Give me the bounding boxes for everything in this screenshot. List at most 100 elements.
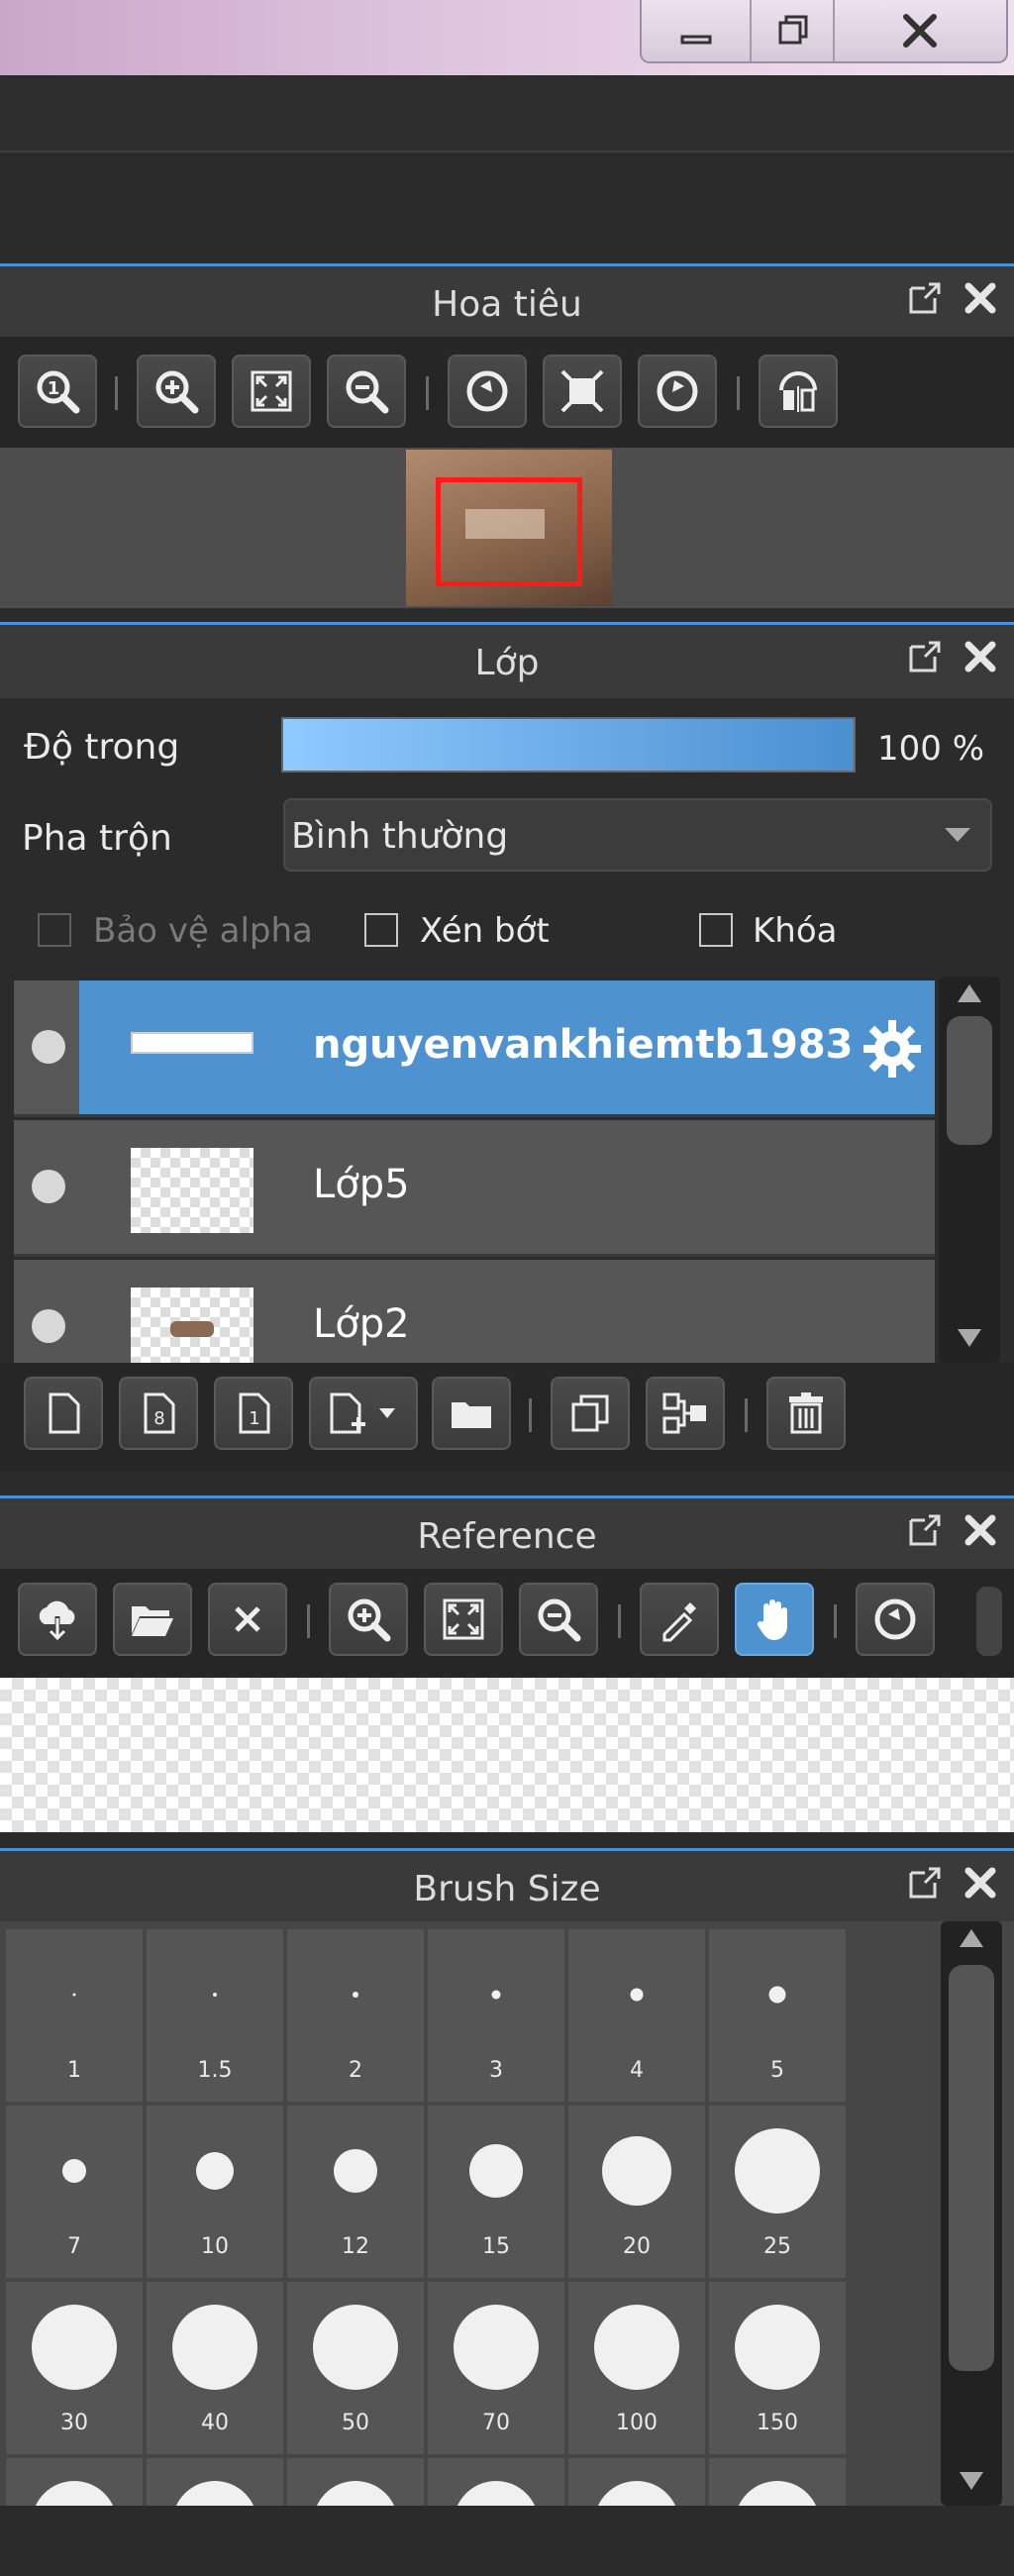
scroll-thumb[interactable] bbox=[949, 1965, 994, 2371]
fit-view-button[interactable] bbox=[232, 355, 311, 428]
brush-size-cell[interactable]: 25 bbox=[709, 2106, 846, 2278]
eyedropper-button[interactable] bbox=[640, 1583, 719, 1656]
layer-row[interactable]: Lớp5 bbox=[14, 1120, 935, 1257]
brush-size-cell[interactable]: 50 bbox=[287, 2282, 424, 2454]
blend-mode-select[interactable]: Bình thường bbox=[283, 798, 992, 872]
hand-tool-button[interactable] bbox=[735, 1583, 814, 1656]
duplicate-layer-button[interactable] bbox=[551, 1377, 630, 1450]
popout-icon[interactable] bbox=[907, 1512, 943, 1557]
rotate-right-button[interactable] bbox=[638, 355, 717, 428]
brush-size-label: 4 bbox=[630, 2058, 644, 2083]
ref-zoom-out-button[interactable] bbox=[519, 1583, 598, 1656]
panel-close-icon[interactable] bbox=[963, 280, 998, 325]
zoom-out-icon bbox=[346, 370, 389, 414]
chevron-down-icon bbox=[945, 828, 970, 842]
brush-size-cell[interactable]: 7 bbox=[6, 2106, 143, 2278]
clipping-checkbox[interactable] bbox=[364, 913, 398, 947]
new-8bit-layer-button[interactable]: 8 bbox=[119, 1377, 198, 1450]
brush-size-label: 25 bbox=[763, 2234, 791, 2259]
restore-button[interactable] bbox=[750, 0, 833, 61]
new-1bit-layer-button[interactable]: 1 bbox=[214, 1377, 293, 1450]
view-frame[interactable] bbox=[436, 477, 582, 586]
zoom-in-button[interactable] bbox=[137, 355, 216, 428]
add-layer-menu-button[interactable] bbox=[309, 1377, 418, 1450]
scroll-thumb[interactable] bbox=[947, 1016, 992, 1145]
gear-icon[interactable] bbox=[860, 1016, 925, 1082]
new-folder-button[interactable] bbox=[432, 1377, 511, 1450]
brush-size-label: 7 bbox=[67, 2234, 81, 2259]
brush-size-cell[interactable] bbox=[6, 2458, 143, 2506]
navigator-toolbar: 1 bbox=[0, 337, 1014, 448]
brush-size-cell[interactable]: 10 bbox=[147, 2106, 283, 2278]
brush-preview-dot bbox=[735, 2481, 820, 2506]
flip-button[interactable] bbox=[759, 355, 838, 428]
fullscreen-button[interactable] bbox=[543, 355, 622, 428]
close-window-button[interactable] bbox=[832, 0, 1006, 61]
delete-layer-button[interactable] bbox=[766, 1377, 846, 1450]
popout-icon[interactable] bbox=[907, 1865, 943, 1909]
ref-fit-view-button[interactable] bbox=[424, 1583, 503, 1656]
brush-size-label: 150 bbox=[757, 2411, 798, 2435]
svg-text:1: 1 bbox=[48, 378, 60, 399]
visibility-toggle[interactable] bbox=[32, 1309, 65, 1343]
brush-size-cell[interactable]: 1 bbox=[6, 1929, 143, 2102]
ref-zoom-in-button[interactable] bbox=[329, 1583, 408, 1656]
menu-strip bbox=[0, 77, 1014, 153]
opacity-slider[interactable] bbox=[281, 717, 856, 773]
popout-icon[interactable] bbox=[907, 639, 943, 683]
brush-size-cell[interactable]: 3 bbox=[428, 1929, 564, 2102]
reference-canvas[interactable] bbox=[0, 1678, 1014, 1832]
brush-size-cell[interactable]: 70 bbox=[428, 2282, 564, 2454]
merge-layer-button[interactable] bbox=[646, 1377, 725, 1450]
visibility-toggle[interactable] bbox=[32, 1170, 65, 1203]
scroll-down-icon[interactable] bbox=[958, 1329, 981, 1347]
brush-size-cell[interactable]: 2 bbox=[287, 1929, 424, 2102]
panel-close-icon[interactable] bbox=[963, 639, 998, 683]
brush-size-cell[interactable] bbox=[287, 2458, 424, 2506]
brush-size-cell[interactable]: 40 bbox=[147, 2282, 283, 2454]
protect-alpha-checkbox[interactable] bbox=[38, 913, 71, 947]
brush-size-grid: 150 100 70 50 40 30 25 20 15 12 10 7 5 4 3 2 1.5 1 bbox=[0, 1921, 1014, 2506]
brush-size-cell[interactable] bbox=[568, 2458, 705, 2506]
lock-checkbox[interactable] bbox=[699, 913, 733, 947]
layer-scrollbar[interactable] bbox=[939, 977, 1000, 1363]
popout-icon[interactable] bbox=[907, 280, 943, 325]
brush-size-panel-header: Brush Size bbox=[0, 1848, 1014, 1924]
brush-size-cell[interactable] bbox=[709, 2458, 846, 2506]
brush-size-cell[interactable] bbox=[147, 2458, 283, 2506]
brush-size-cell[interactable]: 20 bbox=[568, 2106, 705, 2278]
new-layer-button[interactable] bbox=[24, 1377, 103, 1450]
rotate-left-button[interactable] bbox=[448, 355, 527, 428]
close-reference-button[interactable] bbox=[208, 1583, 287, 1656]
visibility-toggle[interactable] bbox=[32, 1030, 65, 1064]
open-folder-button[interactable] bbox=[113, 1583, 192, 1656]
panel-close-icon[interactable] bbox=[963, 1512, 998, 1557]
eyedropper-icon bbox=[662, 1602, 696, 1642]
brush-size-cell[interactable] bbox=[428, 2458, 564, 2506]
brush-size-label: 2 bbox=[349, 2058, 362, 2083]
brush-size-cell[interactable]: 12 bbox=[287, 2106, 424, 2278]
zoom-actual-button[interactable]: 1 bbox=[18, 355, 97, 428]
layer-row[interactable]: Lớp2 bbox=[14, 1260, 935, 1363]
zoom-out-button[interactable] bbox=[327, 355, 406, 428]
brush-size-cell[interactable]: 5 bbox=[709, 1929, 846, 2102]
ref-rotate-button[interactable] bbox=[856, 1583, 935, 1656]
brush-size-cell[interactable]: 15 bbox=[428, 2106, 564, 2278]
load-cloud-button[interactable] bbox=[18, 1583, 97, 1656]
navigator-thumbnail[interactable] bbox=[406, 450, 612, 606]
minimize-button[interactable] bbox=[642, 0, 750, 61]
separator bbox=[529, 1398, 532, 1432]
scroll-up-icon[interactable] bbox=[960, 1929, 983, 1947]
layers-title: Lớp bbox=[474, 643, 540, 683]
panel-close-icon[interactable] bbox=[963, 1865, 998, 1909]
reference-toolbar-scroll[interactable] bbox=[976, 1587, 1002, 1656]
scroll-down-icon[interactable] bbox=[960, 2472, 983, 2490]
brush-size-cell[interactable]: 100 bbox=[568, 2282, 705, 2454]
brush-size-cell[interactable]: 30 bbox=[6, 2282, 143, 2454]
brush-scrollbar[interactable] bbox=[941, 1921, 1002, 2506]
brush-size-cell[interactable]: 4 bbox=[568, 1929, 705, 2102]
scroll-up-icon[interactable] bbox=[958, 984, 981, 1002]
layer-row[interactable]: nguyenvankhiemtb1983 bbox=[14, 980, 935, 1117]
brush-size-cell[interactable]: 1.5 bbox=[147, 1929, 283, 2102]
brush-size-cell[interactable]: 150 bbox=[709, 2282, 846, 2454]
